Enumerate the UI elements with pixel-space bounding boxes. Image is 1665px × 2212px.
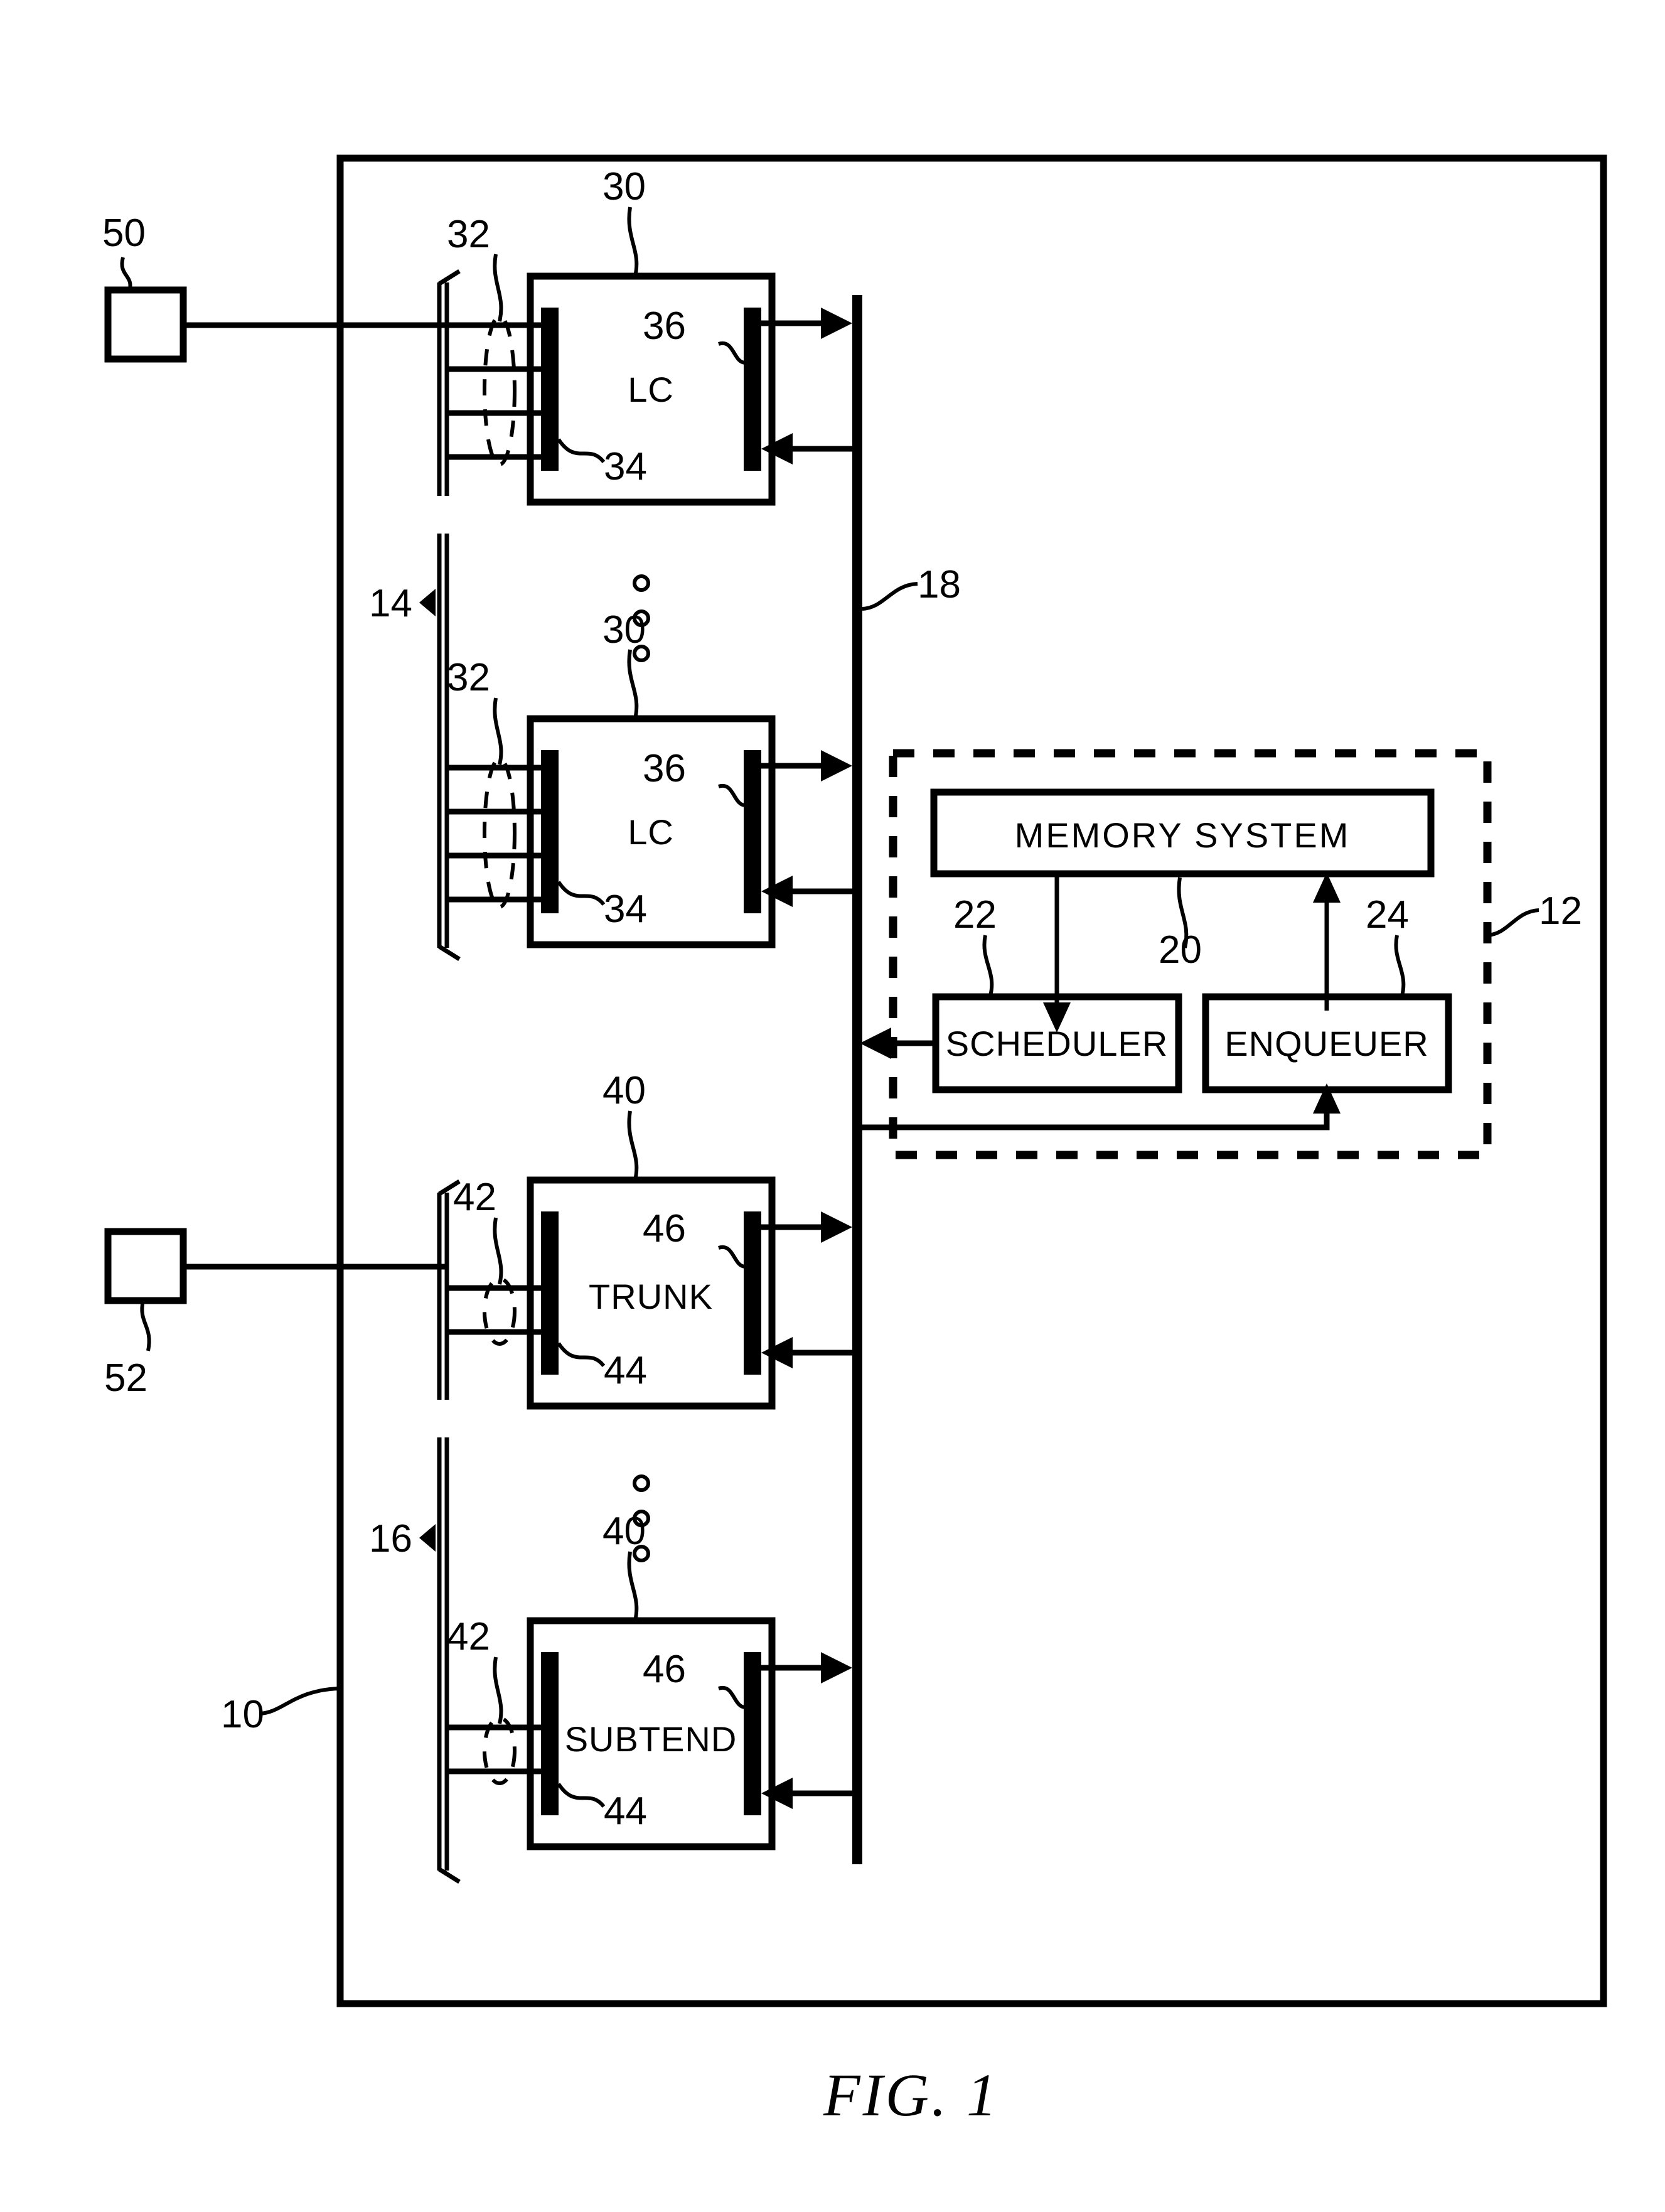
ref-num-24: 24 [1366,893,1409,937]
ref-num-30-top: 30 [602,165,646,208]
figure-caption: FIG. 1 [823,2061,999,2129]
leader-line-22 [982,935,994,996]
leader-line-40-subtend [627,1551,639,1621]
scheduler-to-bus-arrowhead [860,1028,891,1059]
leader-line-44-trunk [557,1342,606,1367]
line-card-top-egress-bar [744,308,761,471]
ref-num-40-trunk: 40 [602,1069,646,1112]
ref-num-36-top: 36 [643,304,686,348]
ref-num-42-trunk: 42 [453,1176,496,1219]
line-card-top-egress-arrowhead [821,308,852,339]
line-card-group-rail-tip [438,269,461,286]
memory-system-label: MEMORY SYSTEM [1015,815,1351,855]
line-card-bottom-port-bundle-ellipse [483,757,517,909]
line-card-bottom-label: LC [628,812,674,852]
ref-num-46-trunk: 46 [643,1207,686,1250]
ref-num-30-bottom: 30 [602,608,646,652]
group-brace-14 [419,589,436,616]
switch-bus [852,295,862,1864]
line-card-bottom-ingress-arrowhead [761,876,793,907]
line-card-bottom-ingress-bar [541,750,559,913]
leader-line-44-subtend [557,1783,606,1808]
group-brace-16 [419,1524,436,1552]
ref-num-34-top: 34 [604,445,647,488]
ref-num-32-bottom: 32 [447,656,490,699]
line-card-top-ingress-bar [541,308,559,471]
patent-figure-1: LC LC MEMORY SYSTEM SCHEDULER ENQUEUER T… [0,0,1665,2212]
scheduler-label: SCHEDULER [946,1024,1168,1063]
trunk-egress-arrowhead [821,1211,852,1243]
ref-num-44-trunk: 44 [604,1349,647,1392]
external-node-52-box [104,1228,187,1304]
subtend-ingress-arrowhead [761,1778,793,1809]
leader-line-24 [1394,935,1406,996]
line-card-top-label: LC [628,370,674,409]
ellipsis-dot-trunk-1 [633,1474,650,1492]
bus-to-enqueuer-line [862,1105,1330,1130]
leader-line-32-bottom [493,697,503,765]
ellipsis-dot-lc-1 [633,574,650,592]
ref-num-40-subtend: 40 [602,1510,646,1553]
line-card-group-rail-tip2 [438,945,461,961]
line-card-top-ingress-arrowhead [761,433,793,464]
subtend-egress-arrowhead [821,1652,852,1683]
ref-num-10: 10 [221,1693,264,1736]
figure-canvas: LC LC MEMORY SYSTEM SCHEDULER ENQUEUER T… [102,154,1607,2129]
ref-num-32-top: 32 [447,213,490,256]
leader-line-34-top [557,438,606,463]
subtend-card-label: SUBTEND [565,1719,737,1759]
leader-line-36-top [718,341,746,365]
leader-line-46-subtend [718,1685,746,1709]
trunk-ingress-arrowhead [761,1337,793,1368]
line-card-bottom-egress-arrowhead [821,750,852,781]
trunk-card-ingress-bar [541,1211,559,1375]
ref-num-18: 18 [918,563,961,606]
ref-num-14: 14 [369,582,412,625]
ref-num-46-subtend: 46 [643,1648,686,1691]
ref-num-52: 52 [104,1356,147,1400]
ref-num-22: 22 [953,893,997,937]
subtend-card-egress-bar [744,1652,761,1815]
line-card-bottom-egress-bar [744,750,761,913]
leader-line-46-trunk [718,1245,746,1269]
trunk-card-egress-bar [744,1211,761,1375]
trunk-card-label: TRUNK [589,1277,713,1316]
leader-line-bus [862,582,918,611]
leader-line-30-top [627,207,639,277]
enqueuer-label: ENQUEUER [1224,1024,1428,1063]
ref-num-44-subtend: 44 [604,1790,647,1833]
leader-line-52 [140,1300,151,1351]
leader-line-30-bottom [627,649,639,719]
leader-line-40-trunk [627,1110,639,1181]
leader-line-36-bottom [718,783,746,807]
leader-line-32-top [493,254,503,322]
leader-line-34-bottom [557,881,606,906]
ref-num-34-bottom: 34 [604,888,647,931]
external-node-50-box [104,286,187,363]
ref-num-12: 12 [1539,889,1582,933]
ref-num-50: 50 [102,212,146,255]
ref-num-20: 20 [1159,928,1202,972]
ref-num-36-bottom: 36 [643,747,686,790]
subtend-card-ingress-bar [541,1652,559,1815]
leader-line-10 [259,1687,341,1715]
ref-num-16: 16 [369,1517,412,1560]
ref-num-42-subtend: 42 [447,1615,490,1658]
leader-line-12 [1487,908,1539,937]
leader-line-50 [120,257,132,292]
line-card-top-port-bundle-ellipse [483,314,517,466]
leader-line-42-subtend [493,1656,503,1724]
leader-line-42-trunk [493,1217,503,1285]
trunk-group-rail-tip2 [438,1867,461,1884]
